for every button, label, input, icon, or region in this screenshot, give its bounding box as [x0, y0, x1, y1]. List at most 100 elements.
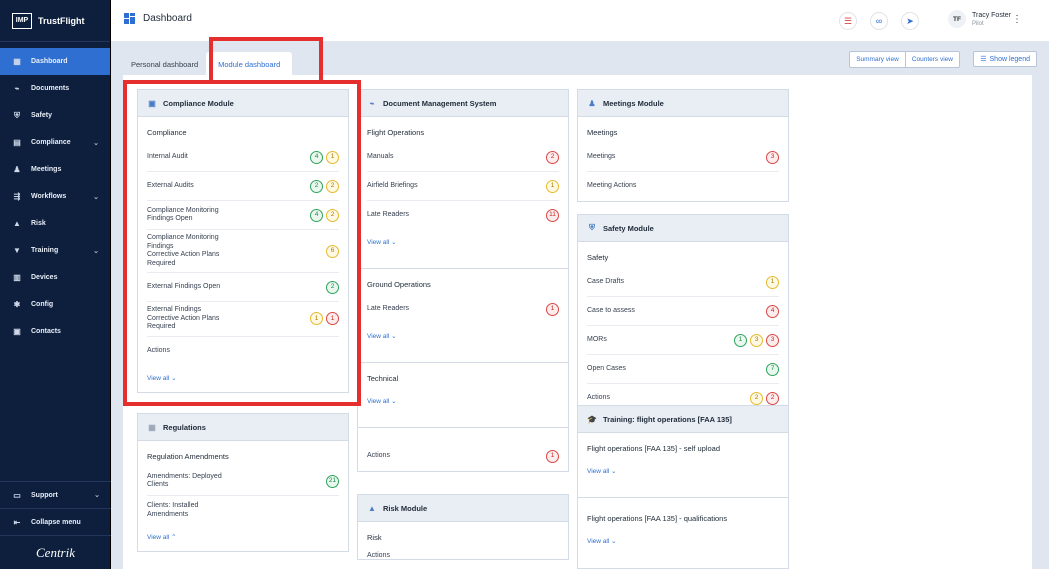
- rows: Meetings 3 Meeting Actions: [587, 143, 779, 201]
- counter-badge[interactable]: 1: [734, 333, 747, 347]
- shield-icon: ⛨: [14, 110, 20, 120]
- sidebar-item-risk[interactable]: ▲ Risk: [0, 210, 110, 237]
- sidebar-item-label: Dashboard: [31, 58, 68, 65]
- row-label: Clients: Installed Amendments: [147, 502, 199, 518]
- card-header: 🎓 Training: flight operations [FAA 135]: [578, 406, 788, 433]
- card-body: Safety Case Drafts 1 Case to assess 4 MORs 1 3…: [578, 242, 788, 413]
- stack-icon[interactable]: ☰: [839, 12, 857, 30]
- sidebar-item-label: Contacts: [31, 328, 61, 335]
- sidebar-item-label: Devices: [31, 274, 58, 281]
- chevron-down-icon: ⌄: [93, 193, 99, 201]
- counters-view-button[interactable]: Counters view: [904, 52, 959, 67]
- sidebar-item-safety[interactable]: ⛨ Safety: [0, 102, 110, 129]
- view-all-link[interactable]: View all ⌄: [587, 529, 779, 555]
- collapse-menu-button[interactable]: ⇤ Collapse menu: [0, 508, 111, 535]
- paperclip-icon: ⌁: [369, 98, 375, 108]
- list-item[interactable]: Amendments: Deployed Clients 21: [147, 467, 339, 496]
- counter-badge[interactable]: 1: [546, 450, 559, 463]
- section-title: Flight operations [FAA 135] - self uploa…: [587, 444, 720, 453]
- view-all-link[interactable]: View all ⌃: [147, 525, 339, 551]
- config-icon: ✱: [13, 300, 21, 309]
- sidebar-item-contacts[interactable]: ▣ Contacts: [0, 318, 110, 345]
- card-title: Safety Module: [603, 223, 654, 233]
- view-all-link[interactable]: View all ⌄: [587, 459, 779, 485]
- list-item[interactable]: Actions 1: [367, 442, 559, 471]
- warning-icon: ▲: [13, 219, 21, 228]
- badges: 1: [546, 179, 559, 193]
- view-all-link[interactable]: View all ⌄: [367, 389, 559, 415]
- list-item[interactable]: Meetings 3: [587, 143, 779, 172]
- send-icon[interactable]: ➤: [901, 12, 919, 30]
- counter-badge[interactable]: 3: [766, 150, 779, 164]
- list-item[interactable]: Manuals 2: [367, 143, 559, 172]
- sidebar-item-documents[interactable]: ⌁ Documents: [0, 75, 110, 102]
- view-all-link[interactable]: View all ⌄: [367, 230, 559, 256]
- highlight-box-module-tab: [209, 37, 323, 84]
- user-menu[interactable]: TF Tracy Foster Pilot: [947, 10, 1011, 28]
- sidebar-item-meetings[interactable]: ♟ Meetings: [0, 156, 110, 183]
- contacts-icon: ▣: [13, 327, 21, 336]
- counter-badge[interactable]: 21: [326, 474, 339, 488]
- dashboard-icon: [124, 13, 135, 24]
- sidebar-item-training[interactable]: ▼ Training ⌄: [0, 237, 110, 264]
- shield-icon: ⛨: [589, 223, 595, 232]
- list-item[interactable]: Late Readers 11: [367, 201, 559, 230]
- view-all-link[interactable]: View all ⌄: [367, 324, 559, 350]
- view-toggle: Summary view Counters view: [849, 51, 960, 68]
- page-title-wrap: Dashboard: [124, 13, 192, 24]
- show-legend-button[interactable]: ☰ Show legend: [973, 51, 1037, 67]
- list-item[interactable]: Case to assess 4: [587, 297, 779, 326]
- row-label: Actions: [587, 394, 610, 402]
- list-item[interactable]: MORs 1 3 3: [587, 326, 779, 355]
- sidebar-item-label: Meetings: [31, 166, 62, 173]
- section-title: Flight Operations: [367, 128, 425, 137]
- counter-badge[interactable]: 3: [766, 333, 779, 347]
- sidebar-item-support[interactable]: ▭ Support ⌄: [0, 481, 111, 508]
- row-label[interactable]: Actions: [367, 548, 559, 559]
- list-item[interactable]: Open Cases 7: [587, 355, 779, 384]
- sidebar-item-label: Safety: [31, 112, 53, 119]
- sidebar-item-dashboard[interactable]: ▦ Dashboard: [0, 48, 110, 75]
- meetings-module-card: ♟ Meetings Module Meetings Meetings 3 Meet…: [577, 89, 789, 202]
- list-item[interactable]: Meeting Actions: [587, 172, 779, 201]
- list-item[interactable]: Clients: Installed Amendments: [147, 496, 339, 525]
- user-name: Tracy Foster: [971, 11, 1011, 19]
- sidebar-item-config[interactable]: ✱ Config: [0, 291, 110, 318]
- row-label: Airfield Briefings: [367, 181, 418, 189]
- counter-badge[interactable]: 2: [750, 392, 763, 405]
- summary-view-button[interactable]: Summary view: [850, 52, 905, 67]
- counter-badge[interactable]: 11: [546, 209, 559, 222]
- view-all-label: View all: [587, 468, 610, 475]
- counter-badge[interactable]: 4: [766, 304, 779, 318]
- counter-badge[interactable]: 7: [766, 362, 779, 376]
- section-title: Technical: [367, 374, 399, 383]
- counter-badge[interactable]: 1: [546, 303, 559, 316]
- sidebar-item-label: Risk: [31, 220, 46, 227]
- sidebar-item-label: Collapse menu: [31, 518, 81, 526]
- card-body: Flight Operations Manuals 2 Airfield Brief…: [358, 117, 568, 471]
- counter-badge[interactable]: 2: [766, 392, 779, 405]
- sidebar-item-workflows[interactable]: ⇶ Workflows ⌄: [0, 183, 110, 210]
- chevron-down-icon: ⌄: [93, 139, 99, 147]
- list-item[interactable]: Case Drafts 1: [587, 268, 779, 297]
- list-item[interactable]: Airfield Briefings 1: [367, 172, 559, 201]
- link-icon[interactable]: ∞: [870, 12, 888, 30]
- list-item[interactable]: Late Readers 1: [367, 295, 559, 324]
- counter-badge[interactable]: 1: [766, 275, 779, 289]
- card-header: ▲ Risk Module: [358, 495, 568, 522]
- more-options-icon[interactable]: ⋮: [1012, 14, 1022, 25]
- counter-badge[interactable]: 2: [546, 150, 559, 164]
- divider: [358, 427, 568, 428]
- brand[interactable]: IMP TrustFlight: [0, 0, 110, 42]
- tab-personal-dashboard[interactable]: Personal dashboard: [123, 52, 206, 76]
- counter-badge[interactable]: 3: [750, 333, 763, 347]
- sidebar-item-label: Compliance: [31, 139, 71, 146]
- sidebar-item-compliance[interactable]: ▤ Compliance ⌄: [0, 129, 110, 156]
- row-label: Amendments: Deployed Clients: [147, 472, 222, 489]
- sidebar: IMP TrustFlight ▦ Dashboard ⌁ Documents ⛨ Saf…: [0, 0, 111, 569]
- page-title: Dashboard: [143, 13, 192, 24]
- counter-badge[interactable]: 1: [546, 179, 559, 193]
- sidebar-item-devices[interactable]: ▥ Devices: [0, 264, 110, 291]
- card-body: Regulation Amendments Amendments: Deploy…: [138, 441, 348, 551]
- meetings-icon: ♟: [588, 98, 596, 108]
